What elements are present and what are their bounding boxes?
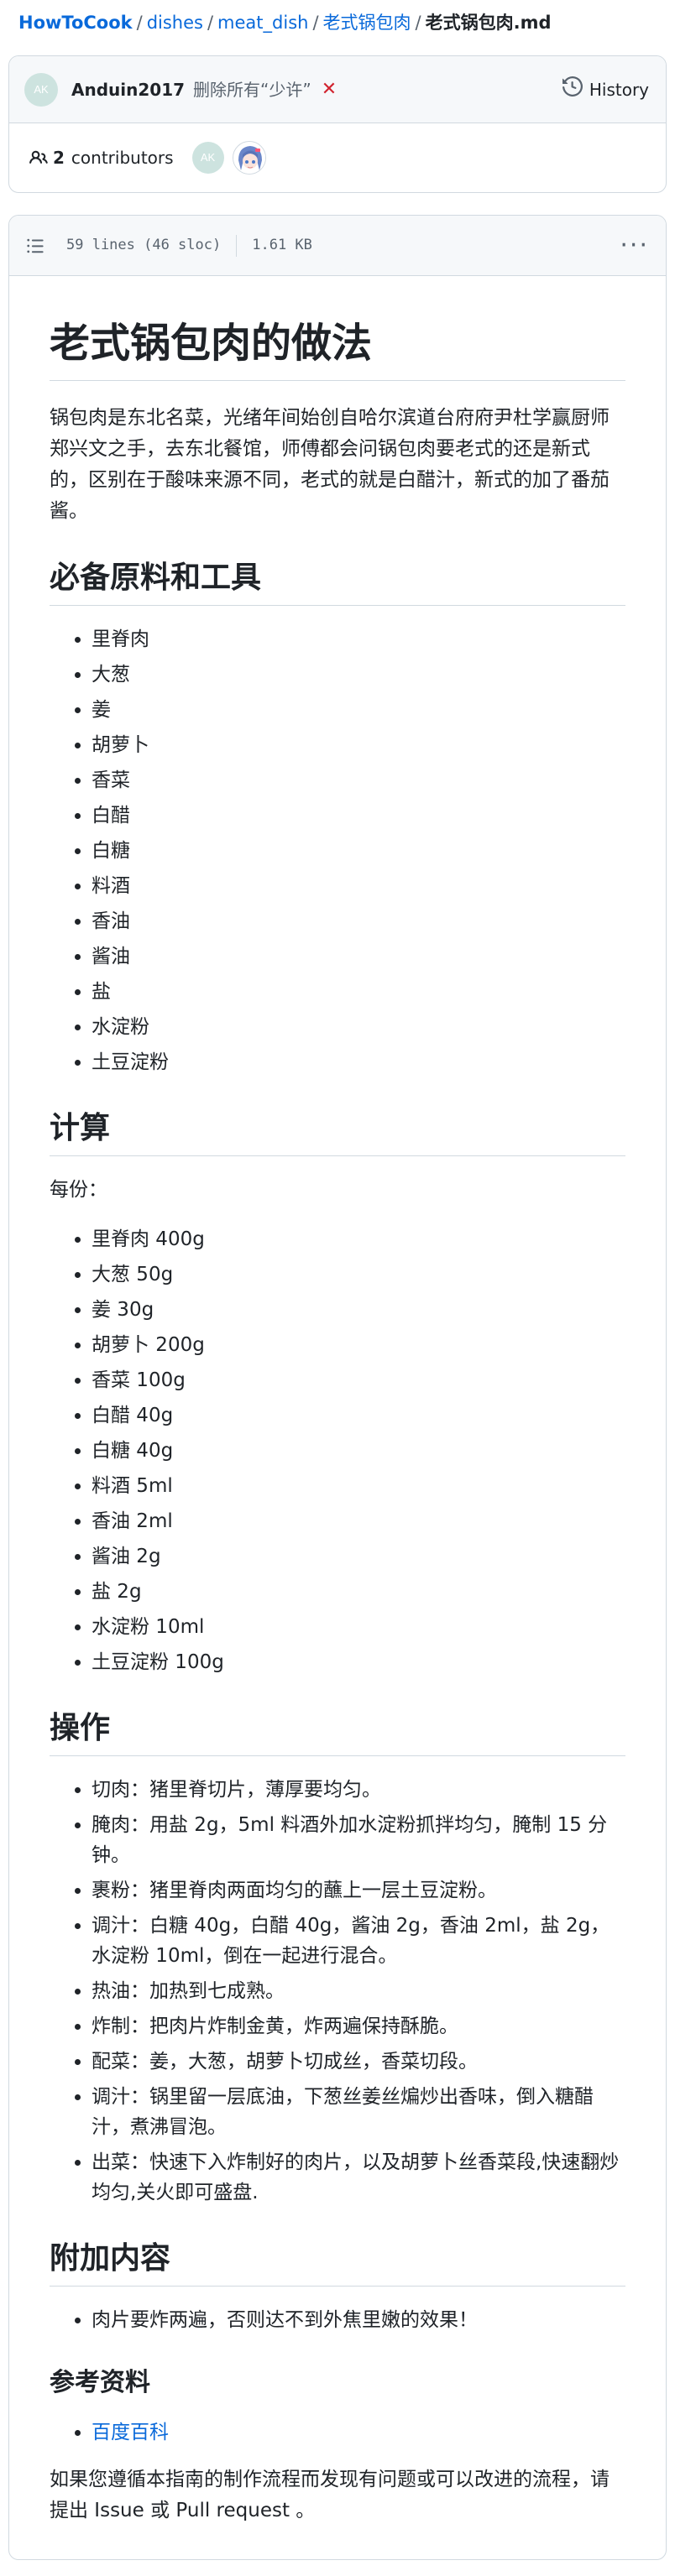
breadcrumb-meat-dish-link[interactable]: meat_dish [217,13,308,33]
contributors-row: 2 contributors AK [9,123,666,192]
doc-title: 老式锅包肉的做法 [50,318,625,381]
list-item: 土豆淀粉 100g [92,1647,625,1677]
file-view: 59 lines (46 sloc) 1.61 KB ··· 老式锅包肉的做法 … [8,215,667,2560]
file-size: 1.61 KB [252,236,312,253]
list-item: 百度百科 [92,2417,625,2448]
refs-list: 百度百科 [50,2417,625,2448]
contributor-avatar[interactable] [232,141,266,175]
breadcrumb: HowToCook / dishes / meat_dish / 老式锅包肉 / 老式锅包肉.m… [0,0,675,47]
list-item: 香菜 [92,765,625,795]
list-item: 大葱 [92,660,625,690]
breadcrumb-separator: / [312,13,319,33]
list-item: 调汁：白糖 40g，白醋 40g，酱油 2g，香油 2ml，盐 2g，水淀粉 1… [92,1911,625,1971]
ops-heading: 操作 [50,1709,625,1756]
file-header: 59 lines (46 sloc) 1.61 KB ··· [9,216,666,276]
list-item: 料酒 5ml [92,1471,625,1501]
latest-commit-box: AK Anduin2017 删除所有“少许” ✕ History 2 contr… [8,55,667,193]
breadcrumb-repo-link[interactable]: HowToCook [18,13,133,33]
list-item: 里脊肉 [92,624,625,654]
list-item: 酱油 2g [92,1541,625,1572]
list-item: 白醋 [92,800,625,831]
list-item: 热油：加热到七成熟。 [92,1976,625,2006]
list-item: 里脊肉 400g [92,1224,625,1254]
list-item: 香油 2ml [92,1506,625,1536]
contributor-avatar[interactable]: AK [191,142,224,174]
history-icon [562,76,583,103]
ingredients-list: 里脊肉 大葱 姜 胡萝卜 香菜 白醋 白糖 料酒 香油 酱油 盐 水淀粉 土豆淀… [50,624,625,1077]
list-item: 大葱 50g [92,1259,625,1290]
list-item: 白醋 40g [92,1400,625,1431]
file-lines-info: 59 lines (46 sloc) [66,236,222,253]
list-item: 胡萝卜 200g [92,1330,625,1360]
breadcrumb-folder-link[interactable]: 老式锅包肉 [323,13,411,33]
list-item: 料酒 [92,871,625,901]
list-item: 炸制：把肉片炸制金黄，炸两遍保持酥脆。 [92,2011,625,2042]
list-item: 香油 [92,906,625,936]
calc-heading: 计算 [50,1109,625,1156]
list-item: 白糖 40g [92,1436,625,1466]
breadcrumb-dishes-link[interactable]: dishes [147,13,203,33]
doc-footer: 如果您遵循本指南的制作流程而发现有问题或可以改进的流程，请提出 Issue 或 … [50,2468,610,2521]
list-item: 调汁：锅里留一层底油，下葱丝姜丝煸炒出香味，倒入糖醋汁，煮沸冒泡。 [92,2082,625,2142]
list-item: 胡萝卜 [92,730,625,760]
list-item: 水淀粉 10ml [92,1612,625,1642]
list-item: 配菜：姜，大葱，胡萝卜切成丝，香菜切段。 [92,2047,625,2077]
list-item: 肉片要炸两遍，否则达不到外焦里嫩的效果！ [92,2305,625,2335]
latest-commit-row: AK Anduin2017 删除所有“少许” ✕ History [9,56,666,123]
history-button[interactable]: History [561,73,651,107]
outline-list-icon[interactable] [26,237,44,255]
contributor-avatars: AK [191,141,266,175]
contributors-label: contributors [71,148,174,168]
list-item: 腌肉：用盐 2g，5ml 料酒外加水淀粉抓拌均匀，腌制 15 分钟。 [92,1810,625,1870]
people-icon [29,149,48,167]
list-item: 水淀粉 [92,1012,625,1042]
list-item: 盐 2g [92,1577,625,1607]
breadcrumb-separator: / [136,13,143,33]
reference-link[interactable]: 百度百科 [92,2422,169,2443]
list-item: 酱油 [92,941,625,972]
list-item: 出菜：快速下入炸制好的肉片，以及胡萝卜丝香菜段,快速翻炒均匀,关火即可盛盘. [92,2147,625,2208]
ingredients-heading: 必备原料和工具 [50,559,625,606]
list-item: 盐 [92,977,625,1007]
history-label: History [589,79,649,100]
calc-intro: 每份： [50,1179,107,1201]
refs-heading: 参考资料 [50,2368,150,2397]
commit-author-link[interactable]: Anduin2017 [71,77,185,102]
markdown-body: 老式锅包肉的做法 锅包肉是东北名菜，光绪年间始创自哈尔滨道台府府尹杜学赢厨师郑兴… [9,276,666,2526]
divider [236,234,238,257]
list-item: 白糖 [92,836,625,866]
list-item: 姜 30g [92,1295,625,1325]
commit-message-link[interactable]: 删除所有“少许” [193,77,311,102]
contributors-count: 2 [53,148,65,168]
extra-heading: 附加内容 [50,2240,625,2287]
amounts-list: 里脊肉 400g 大葱 50g 姜 30g 胡萝卜 200g 香菜 100g 白… [50,1224,625,1677]
list-item: 土豆淀粉 [92,1047,625,1077]
list-item: 裹粉：猪里脊肉两面均匀的蘸上一层土豆淀粉。 [92,1875,625,1906]
breadcrumb-separator: / [207,13,214,33]
extras-list: 肉片要炸两遍，否则达不到外焦里嫩的效果！ [50,2305,625,2335]
steps-list: 切肉：猪里脊切片，薄厚要均匀。 腌肉：用盐 2g，5ml 料酒外加水淀粉抓拌均匀… [50,1775,625,2208]
doc-intro: 锅包肉是东北名菜，光绪年间始创自哈尔滨道台府府尹杜学赢厨师郑兴文之手，去东北餐馆… [50,407,610,522]
check-failed-icon[interactable]: ✕ [322,80,337,99]
list-item: 香菜 100g [92,1365,625,1395]
list-item: 切肉：猪里脊切片，薄厚要均匀。 [92,1775,625,1805]
list-item: 姜 [92,695,625,725]
more-options-icon[interactable]: ··· [620,232,649,258]
breadcrumb-current-file: 老式锅包肉.md [425,13,552,33]
breadcrumb-separator: / [415,13,421,33]
author-avatar[interactable]: AK [24,72,58,107]
